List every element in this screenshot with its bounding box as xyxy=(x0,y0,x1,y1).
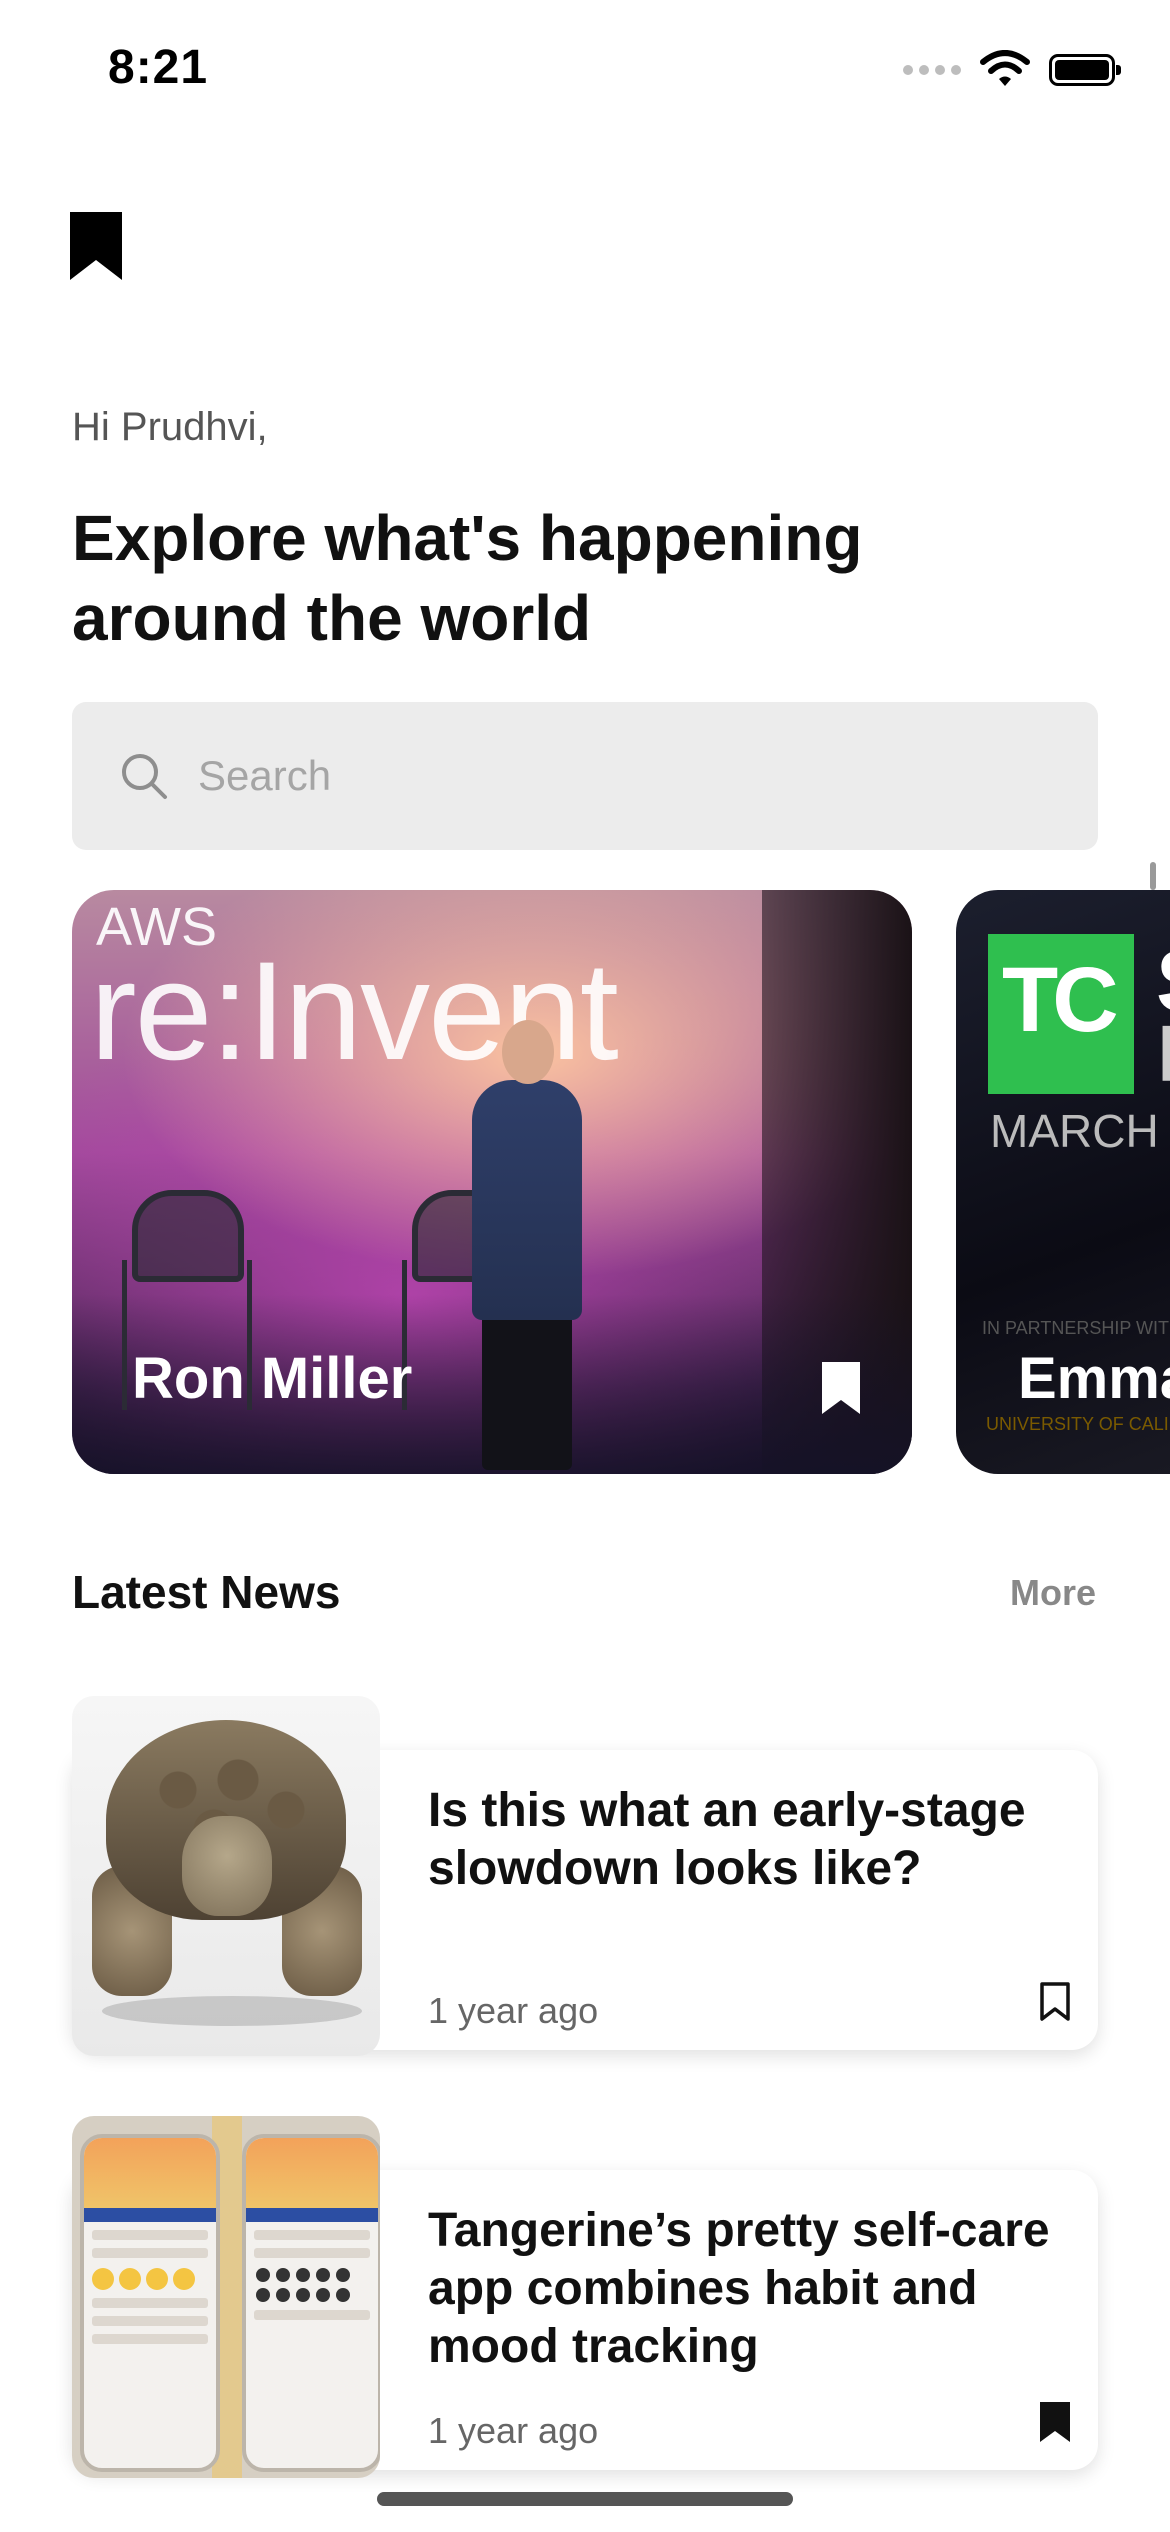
news-title[interactable]: Is this what an early-stage slowdown loo… xyxy=(428,1782,1068,1898)
scrollbar[interactable] xyxy=(1150,862,1156,890)
speaker-body xyxy=(472,1080,582,1320)
bookmark-outline-icon[interactable] xyxy=(1040,1982,1070,2022)
news-thumbnail[interactable] xyxy=(72,1696,380,2056)
app-screenshot xyxy=(242,2134,380,2472)
bookmark-logo-icon xyxy=(70,212,122,280)
event-date: MARCH 2 xyxy=(990,1105,1170,1157)
news-timestamp: 1 year ago xyxy=(428,2410,599,2451)
more-link[interactable]: More xyxy=(1010,1572,1096,1614)
bookmark-filled-icon[interactable] xyxy=(1040,2402,1070,2442)
card-author: Emma xyxy=(1018,1346,1170,1411)
partner-text: IN PARTNERSHIP WITH xyxy=(982,1318,1170,1338)
techcrunch-logo: TC xyxy=(988,934,1134,1094)
event-subtitle-partial: F xyxy=(1156,1008,1170,1100)
status-icons xyxy=(903,50,1121,90)
search-bar[interactable] xyxy=(72,702,1098,850)
speaker-legs xyxy=(482,1310,572,1470)
card-author: Ron Miller xyxy=(132,1346,413,1411)
news-thumbnail[interactable] xyxy=(72,2116,380,2478)
featured-card[interactable]: AWS re:Invent Ron Miller xyxy=(72,890,912,1474)
app-screenshot xyxy=(80,2134,220,2472)
speaker-head xyxy=(502,1020,554,1084)
university-text: UNIVERSITY OF CALI xyxy=(986,1414,1169,1434)
status-time: 8:21 xyxy=(108,41,209,94)
news-title[interactable]: Tangerine’s pretty self-care app combine… xyxy=(428,2202,1068,2376)
search-input[interactable] xyxy=(196,751,1000,801)
bookmark-filled-icon[interactable] xyxy=(822,1362,860,1414)
page-headline: Explore what's happening around the worl… xyxy=(72,502,863,654)
cellular-signal-icon xyxy=(903,65,961,75)
news-timestamp: 1 year ago xyxy=(428,1990,599,2031)
turtle-head xyxy=(182,1816,272,1916)
greeting-text: Hi Prudhvi, xyxy=(72,405,268,449)
section-title: Latest News xyxy=(72,1566,341,1618)
search-icon xyxy=(122,754,167,799)
home-indicator[interactable] xyxy=(377,2492,793,2506)
wifi-icon xyxy=(980,50,1030,86)
battery-icon xyxy=(1049,54,1121,86)
featured-card[interactable]: TC S F MARCH 2 IN PARTNERSHIP WITH UNIVE… xyxy=(956,890,1170,1474)
